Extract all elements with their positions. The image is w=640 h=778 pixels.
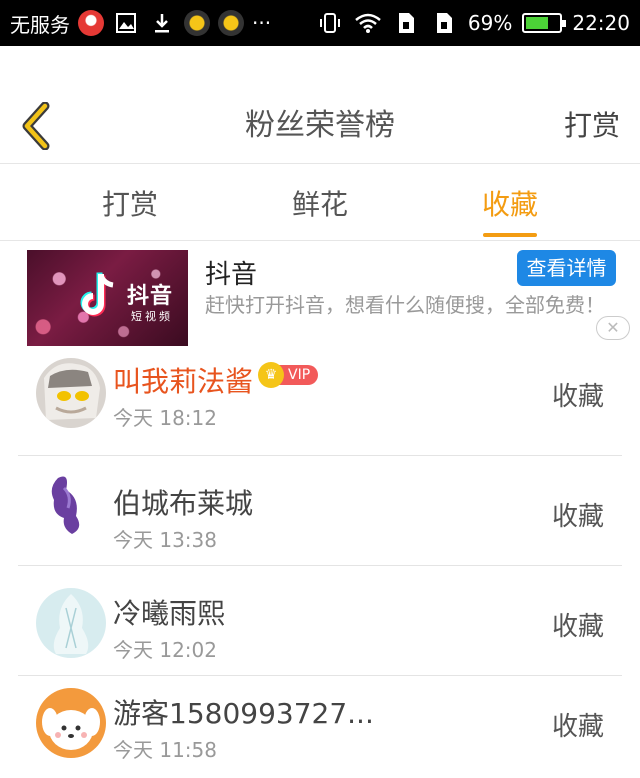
vip-badge: ♛ VIP — [258, 362, 319, 388]
fan-name[interactable]: 冷曦雨熙 — [113, 592, 225, 632]
clock: 22:20 — [572, 11, 630, 35]
reward-button[interactable]: 打赏 — [564, 88, 620, 164]
ad-banner[interactable]: 抖音 短视频 抖音 查看详情 赶快打开抖音，想看什么随便搜，全部免费！ — [0, 242, 640, 346]
ad-image[interactable]: 抖音 短视频 — [27, 250, 188, 346]
app-notification-icon — [78, 10, 104, 36]
fan-time: 今天 11:58 — [113, 738, 217, 762]
app-notification-icon-3 — [218, 10, 244, 36]
tab-reward[interactable]: 打赏 — [70, 165, 190, 241]
tab-bar: 打赏 鲜花 收藏 — [0, 165, 640, 241]
ad-title: 抖音 — [205, 260, 258, 290]
fan-time: 今天 13:38 — [113, 528, 217, 552]
battery-fill — [526, 17, 549, 29]
list-item[interactable]: 叫我莉法酱 ♛ VIP 今天 18:12 收藏 — [18, 346, 622, 456]
view-details-button[interactable]: 查看详情 — [517, 250, 616, 286]
fan-action-label: 收藏 — [551, 612, 604, 642]
more-notifications-icon: ··· — [252, 11, 272, 35]
vibrate-icon — [316, 9, 344, 37]
status-right: 69% 22:20 — [316, 9, 630, 37]
back-button[interactable] — [12, 98, 60, 154]
fan-time: 今天 18:12 — [113, 406, 217, 430]
ad-image-text: 抖音 — [127, 284, 174, 309]
fan-action-label: 收藏 — [551, 712, 604, 742]
fan-action-label: 收藏 — [551, 382, 604, 412]
avatar[interactable] — [36, 358, 106, 428]
wifi-icon — [354, 9, 382, 37]
ad-description: 赶快打开抖音，想看什么随便搜，全部免费！ — [205, 293, 605, 317]
crown-icon: ♛ — [258, 362, 284, 388]
tab-flowers[interactable]: 鲜花 — [260, 165, 380, 241]
tiktok-logo-icon — [80, 272, 114, 317]
status-bar: 无服务 ··· 69% 22:20 — [0, 0, 640, 46]
fan-name[interactable]: 叫我莉法酱 — [113, 360, 253, 400]
status-left: 无服务 ··· — [10, 9, 271, 38]
list-item[interactable]: 冷曦雨熙 今天 12:02 收藏 — [18, 566, 622, 676]
fan-action-label: 收藏 — [551, 502, 604, 532]
tab-favorites[interactable]: 收藏 — [450, 165, 570, 241]
download-icon — [148, 9, 176, 37]
list-item[interactable]: 伯城布莱城 今天 13:38 收藏 — [18, 456, 622, 566]
title-bar: 粉丝荣誉榜 打赏 — [0, 88, 640, 164]
sim-card-icon-2 — [430, 9, 458, 37]
chevron-left-icon — [22, 102, 50, 150]
ad-image-subtext: 短视频 — [131, 310, 173, 323]
app-notification-icon-2 — [184, 10, 210, 36]
tab-favorites-label: 收藏 — [481, 188, 538, 221]
image-icon — [112, 9, 140, 37]
page-title: 粉丝荣誉榜 — [245, 108, 395, 143]
fan-name[interactable]: 游客1580993727... — [113, 692, 374, 732]
avatar[interactable] — [36, 588, 106, 658]
avatar[interactable] — [36, 688, 106, 758]
sim-card-icon — [392, 9, 420, 37]
avatar[interactable] — [36, 468, 106, 538]
ad-close-icon[interactable]: ✕ — [596, 316, 630, 340]
fan-name[interactable]: 伯城布莱城 — [113, 482, 253, 522]
battery-icon — [522, 13, 567, 33]
fan-time: 今天 12:02 — [113, 638, 217, 662]
active-tab-indicator — [483, 233, 537, 237]
carrier-text: 无服务 — [10, 12, 70, 37]
battery-percent: 69% — [467, 11, 513, 35]
list-item[interactable]: 游客1580993727... 今天 11:58 收藏 — [18, 676, 622, 778]
